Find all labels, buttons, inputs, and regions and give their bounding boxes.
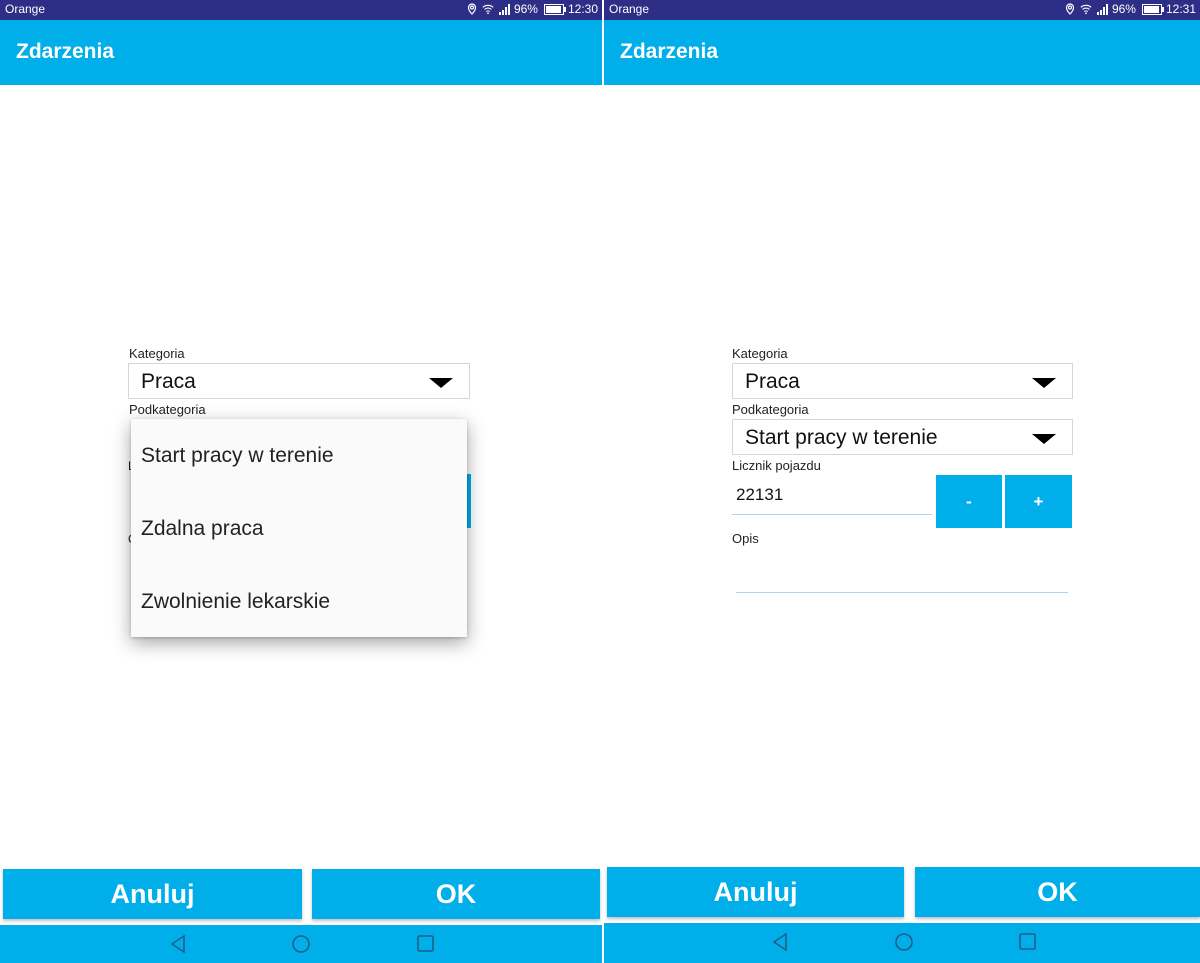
back-icon[interactable] <box>170 935 186 953</box>
kategoria-label: Kategoria <box>129 346 185 361</box>
battery-icon <box>1141 3 1164 15</box>
page-title: Zdarzenia <box>620 40 719 63</box>
battery-percent: 96% <box>513 2 538 16</box>
dropdown-arrow-icon <box>1032 378 1056 388</box>
ok-button[interactable]: OK <box>915 867 1200 917</box>
screen-dropdown-open: Orange 96% 12:30 Zdarzenia Kategoria Pra… <box>0 0 602 963</box>
battery-level <box>1143 5 1160 13</box>
page-title: Zdarzenia <box>16 40 115 63</box>
carrier-name: Orange <box>5 2 46 16</box>
signal-icon <box>1096 4 1108 15</box>
dropdown-option[interactable]: Zwolnienie lekarskie <box>131 565 467 638</box>
status-icons: 96% 12:31 <box>1064 2 1196 16</box>
dropdown-option[interactable]: Zdalna praca <box>131 492 467 565</box>
dropdown-arrow-icon <box>429 378 453 388</box>
wifi-icon <box>482 4 494 15</box>
recents-icon[interactable] <box>1019 933 1036 950</box>
licznik-value: 22131 <box>736 485 784 504</box>
kategoria-label: Kategoria <box>732 346 788 361</box>
kategoria-spinner[interactable]: Praca <box>128 363 470 399</box>
back-icon[interactable] <box>772 933 788 951</box>
dropdown-option[interactable]: Start pracy w terenie <box>131 419 467 492</box>
status-icons: 96% 12:30 <box>466 2 598 16</box>
location-icon <box>467 3 477 15</box>
battery-percent: 96% <box>1111 2 1136 16</box>
navigation-bar <box>604 923 1200 963</box>
dropdown-option-label: Zwolnienie lekarskie <box>141 590 331 613</box>
dropdown-arrow-icon <box>1032 434 1056 444</box>
opis-input[interactable] <box>732 550 1070 592</box>
opis-label: Opis <box>732 531 759 546</box>
wifi-icon <box>1080 4 1092 15</box>
recents-icon[interactable] <box>417 935 434 952</box>
podkategoria-dropdown-list: Start pracy w terenie Zdalna praca Zwoln… <box>131 419 467 637</box>
dropdown-option-label: Start pracy w terenie <box>141 444 334 467</box>
screen-form: Orange 96% 12:31 Zdarzenia Kategoria Pra… <box>604 0 1200 963</box>
home-icon[interactable] <box>292 935 310 953</box>
app-bar: Zdarzenia <box>604 20 1200 85</box>
carrier-name: Orange <box>609 2 650 16</box>
signal-icon <box>498 4 510 15</box>
licznik-label: Licznik pojazdu <box>732 458 821 473</box>
status-bar: Orange 96% 12:30 <box>0 0 602 20</box>
home-icon[interactable] <box>895 933 913 951</box>
navigation-bar <box>0 925 602 963</box>
app-bar: Zdarzenia <box>0 20 602 85</box>
clock: 12:30 <box>567 2 598 16</box>
opis-underline <box>736 592 1068 593</box>
podkategoria-value: Start pracy w terenie <box>745 426 938 449</box>
licznik-input[interactable]: 22131 <box>732 476 932 515</box>
decrement-button[interactable]: - <box>936 475 1002 528</box>
status-bar: Orange 96% 12:31 <box>604 0 1200 20</box>
increment-button[interactable]: + <box>1005 475 1072 528</box>
cancel-button[interactable]: Anuluj <box>3 869 302 919</box>
battery-level <box>545 5 562 13</box>
kategoria-spinner[interactable]: Praca <box>732 363 1073 399</box>
location-icon <box>1065 3 1075 15</box>
podkategoria-label: Podkategoria <box>732 402 809 417</box>
cancel-button[interactable]: Anuluj <box>607 867 904 917</box>
podkategoria-label: Podkategoria <box>129 402 206 417</box>
dropdown-option-label: Zdalna praca <box>141 517 264 540</box>
ok-button[interactable]: OK <box>312 869 600 919</box>
kategoria-value: Praca <box>141 370 196 393</box>
clock: 12:31 <box>1165 2 1196 16</box>
podkategoria-spinner[interactable]: Start pracy w terenie <box>732 419 1073 455</box>
kategoria-value: Praca <box>745 370 800 393</box>
battery-icon <box>543 3 566 15</box>
